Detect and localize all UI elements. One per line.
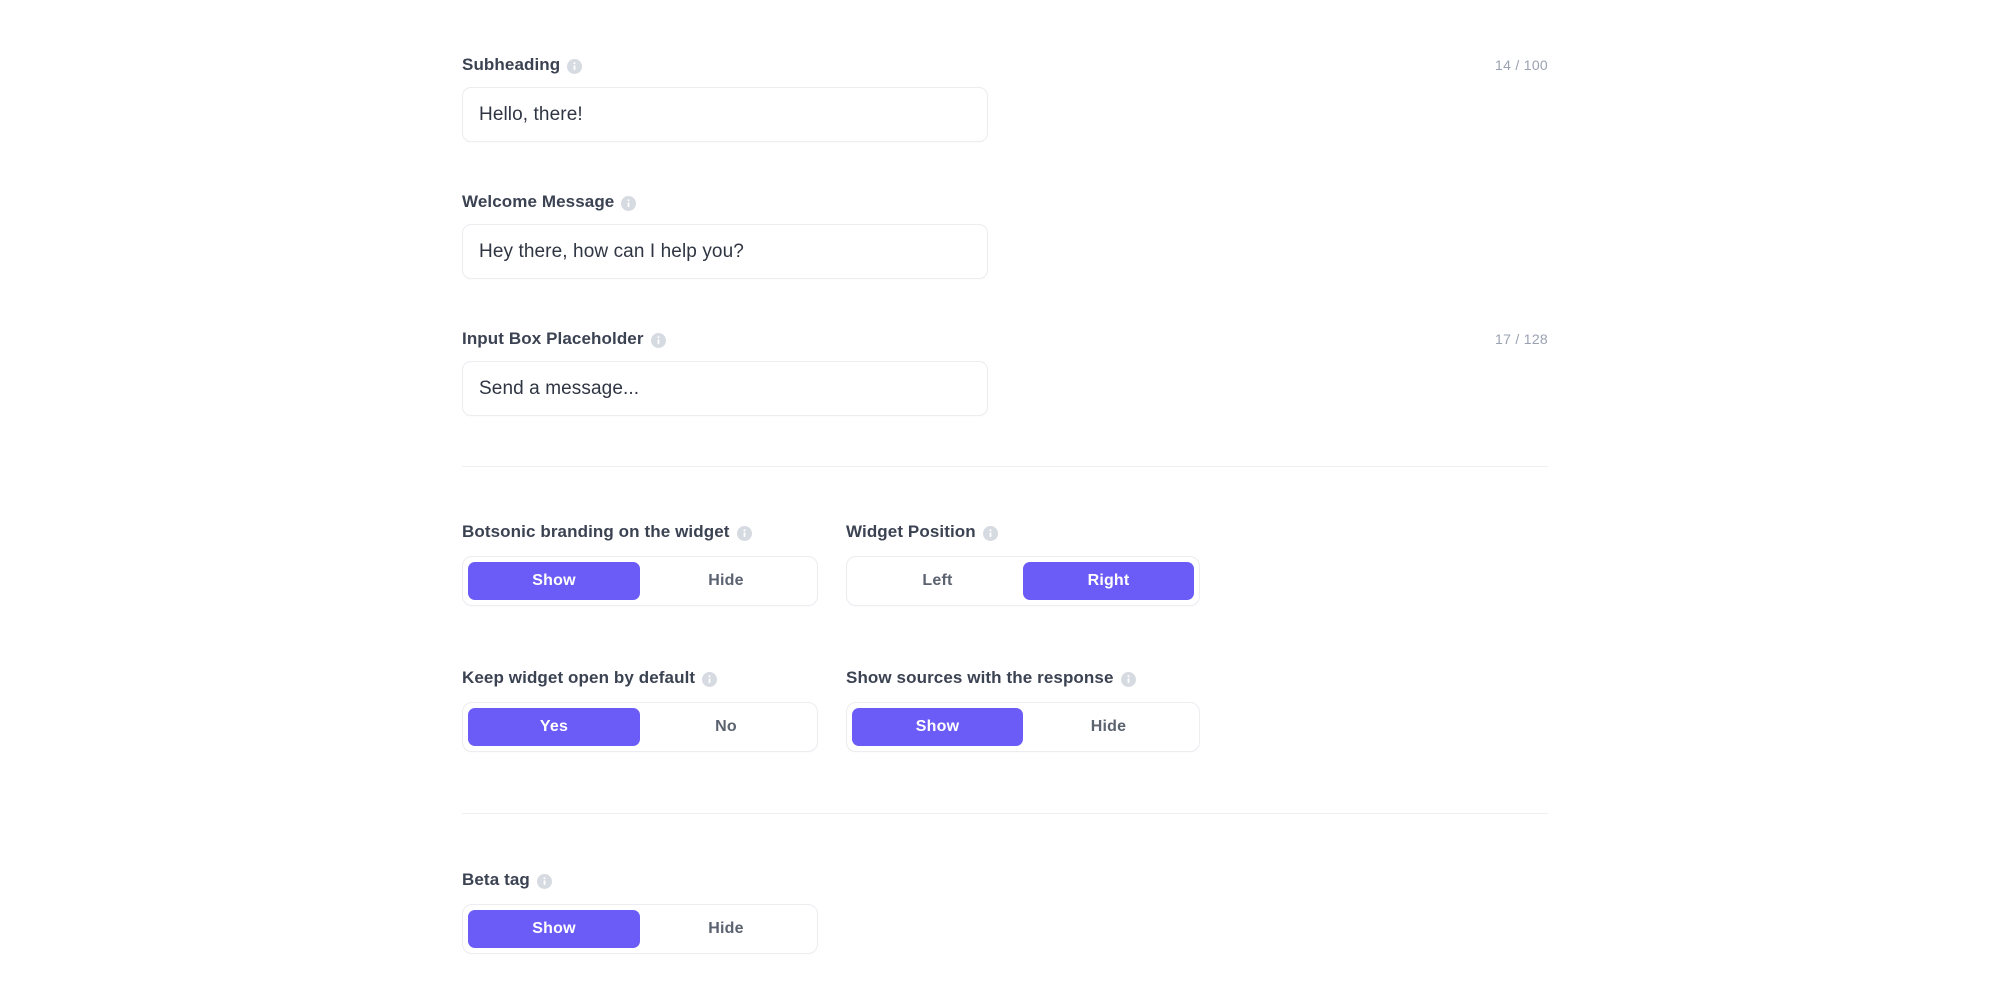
welcome-message-input[interactable] (462, 224, 988, 279)
toggle-label-row: Widget Position (846, 522, 1200, 542)
keep-widget-open-option-yes[interactable]: Yes (468, 708, 640, 746)
field-label-row: Subheading (462, 55, 988, 75)
toggle-keep-widget-open: Keep widget open by default Yes No (462, 668, 818, 752)
field-input-box-placeholder: Input Box Placeholder (462, 329, 988, 416)
section-divider-1 (462, 466, 1548, 467)
toggle-label-row: Beta tag (462, 870, 818, 890)
widget-position-option-right[interactable]: Right (1023, 562, 1194, 600)
info-icon[interactable] (567, 58, 583, 74)
botsonic-branding-option-hide[interactable]: Hide (640, 562, 812, 600)
input-box-placeholder-counter: 17 / 128 (1495, 331, 1548, 347)
info-icon[interactable] (736, 525, 752, 541)
info-icon[interactable] (536, 873, 552, 889)
info-icon[interactable] (650, 332, 666, 348)
botsonic-branding-label: Botsonic branding on the widget (462, 522, 730, 541)
keep-widget-open-option-no[interactable]: No (640, 708, 812, 746)
show-sources-option-show[interactable]: Show (852, 708, 1023, 746)
welcome-message-label: Welcome Message (462, 192, 615, 211)
field-label-row: Welcome Message (462, 192, 988, 212)
beta-tag-label: Beta tag (462, 870, 530, 889)
input-box-placeholder-input[interactable] (462, 361, 988, 416)
info-icon[interactable] (621, 195, 637, 211)
section-divider-2 (462, 813, 1548, 814)
settings-page: Subheading 14 / 100 Welcome Message (0, 0, 2000, 1000)
field-welcome-message: Welcome Message (462, 192, 988, 279)
beta-tag-option-show[interactable]: Show (468, 910, 640, 948)
segmented-control: Left Right (846, 556, 1200, 606)
toggle-show-sources: Show sources with the response Show Hide (846, 668, 1200, 752)
segmented-control: Yes No (462, 702, 818, 752)
field-subheading: Subheading (462, 55, 988, 142)
toggle-beta-tag: Beta tag Show Hide (462, 870, 818, 954)
info-icon[interactable] (702, 671, 718, 687)
widget-position-option-left[interactable]: Left (852, 562, 1023, 600)
segmented-control: Show Hide (462, 904, 818, 954)
toggle-label-row: Keep widget open by default (462, 668, 818, 688)
toggle-label-row: Botsonic branding on the widget (462, 522, 818, 542)
field-label-row: Input Box Placeholder (462, 329, 988, 349)
show-sources-label: Show sources with the response (846, 668, 1114, 687)
subheading-counter: 14 / 100 (1495, 57, 1548, 73)
botsonic-branding-option-show[interactable]: Show (468, 562, 640, 600)
widget-position-label: Widget Position (846, 522, 976, 541)
beta-tag-option-hide[interactable]: Hide (640, 910, 812, 948)
info-icon[interactable] (982, 525, 998, 541)
keep-widget-open-label: Keep widget open by default (462, 668, 696, 687)
subheading-input[interactable] (462, 87, 988, 142)
segmented-control: Show Hide (846, 702, 1200, 752)
toggle-label-row: Show sources with the response (846, 668, 1200, 688)
toggle-botsonic-branding: Botsonic branding on the widget Show Hid… (462, 522, 818, 606)
info-icon[interactable] (1120, 671, 1136, 687)
segmented-control: Show Hide (462, 556, 818, 606)
show-sources-option-hide[interactable]: Hide (1023, 708, 1194, 746)
subheading-label: Subheading (462, 55, 561, 74)
input-box-placeholder-label: Input Box Placeholder (462, 329, 644, 348)
toggle-widget-position: Widget Position Left Right (846, 522, 1200, 606)
